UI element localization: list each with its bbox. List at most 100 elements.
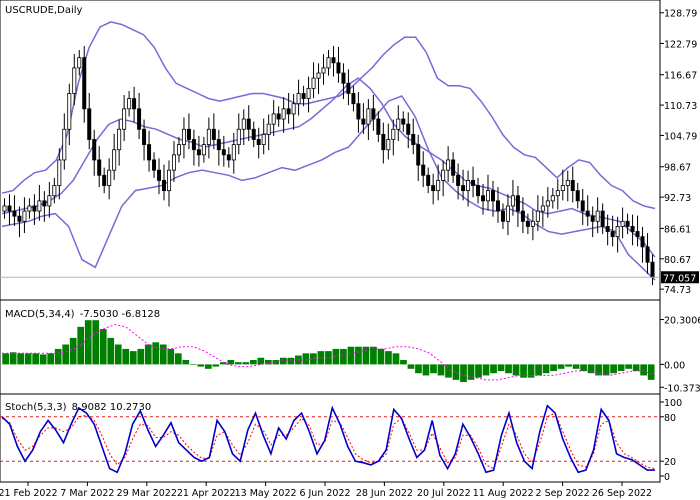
macd-bar: [490, 364, 497, 374]
candle-body: [491, 190, 495, 202]
candle-body: [12, 210, 17, 217]
candle-body: [132, 98, 137, 110]
candle-body: [535, 210, 540, 222]
candle-body: [520, 210, 525, 222]
candle-body: [580, 200, 585, 212]
candle-body: [32, 205, 37, 212]
macd-bar: [497, 364, 505, 372]
candle-body: [416, 144, 421, 166]
candle-body: [72, 67, 77, 94]
macd-bar: [77, 326, 85, 365]
macd-bar: [2, 353, 10, 365]
svg-text:Stoch(5,3,3) 8.9082 10.2: Stoch(5,3,3) 8.9082 10.2730: [5, 402, 151, 413]
candle-body: [461, 185, 466, 192]
candle-body: [171, 154, 176, 171]
price-tick-label: 74.73: [664, 285, 691, 296]
candle-body: [42, 200, 47, 207]
date-tick-label: 6 Jun 2022: [299, 488, 350, 499]
stoch-tick-label: 100: [664, 398, 682, 409]
candle-body: [600, 210, 605, 227]
candle-body: [191, 139, 196, 151]
candle-body: [117, 128, 122, 151]
candle-body: [186, 128, 191, 140]
macd-bar: [280, 357, 287, 365]
macd-bar: [47, 353, 55, 365]
macd-bar: [32, 353, 40, 365]
trading-chart[interactable]: 128.79 122.79 116.67 110.73 104.79 98.67 92.73…: [0, 0, 700, 500]
candle-body: [431, 185, 436, 192]
macd-bar: [362, 346, 370, 365]
candle-body: [346, 82, 351, 94]
candle-body: [206, 128, 211, 146]
candle-body: [555, 190, 560, 197]
macd-bar: [475, 364, 482, 378]
candle-body: [401, 118, 406, 125]
macd-title: MACD(5,34,4): [5, 309, 75, 320]
macd-bar: [302, 353, 310, 365]
candle-body: [281, 108, 286, 120]
macd-bar: [129, 351, 137, 365]
candle-body: [316, 72, 321, 79]
candle-body: [605, 226, 610, 232]
stoch-title: Stoch(5,3,3): [5, 402, 67, 413]
macd-bar: [122, 348, 130, 365]
candle-body: [456, 174, 461, 186]
date-tick-label: 2 Sep 2022: [536, 488, 590, 499]
candle-body: [426, 174, 431, 186]
candle-body: [341, 72, 346, 84]
candle-body: [17, 215, 22, 222]
macd-bar: [437, 364, 445, 376]
candle-body: [166, 169, 171, 192]
macd-bar: [640, 364, 647, 376]
macd-bar: [257, 357, 265, 365]
svg-text:MACD(5,34,4) -7.5030 -6.: MACD(5,34,4) -7.5030 -6.8128: [5, 309, 160, 320]
candle-body: [500, 210, 505, 222]
date-tick-label: 20 Jul 2022: [417, 488, 471, 499]
macd-bar: [287, 357, 295, 365]
candle-body: [471, 179, 476, 186]
candle-body: [610, 231, 615, 238]
stoch-tick-label: 20: [664, 457, 676, 468]
macd-bar: [377, 348, 385, 365]
macd-bar: [460, 364, 467, 383]
candle-body: [82, 57, 87, 110]
macd-bar: [114, 344, 122, 365]
macd-bar: [212, 364, 220, 367]
macd-bar: [137, 348, 145, 365]
candle-body: [545, 200, 550, 207]
stoch-axis: 100 80 20 0: [660, 398, 682, 483]
candle-body: [176, 144, 181, 156]
candle-body: [505, 205, 510, 222]
candle-body: [381, 133, 386, 151]
macd-bar: [535, 364, 542, 376]
macd-bar: [385, 351, 392, 365]
candle-body: [157, 169, 162, 181]
candle-body: [112, 149, 117, 171]
candle-body: [565, 179, 570, 186]
macd-bar: [174, 353, 182, 365]
candle-body: [87, 108, 92, 140]
macd-bar: [204, 364, 212, 369]
candle-body: [436, 179, 441, 192]
macd-bar: [565, 364, 572, 367]
macd-bar: [610, 364, 617, 374]
candle-body: [451, 159, 456, 176]
macd-bar: [24, 353, 32, 365]
candle-body: [7, 205, 12, 212]
macd-bar: [617, 364, 625, 372]
candle-body: [575, 190, 580, 202]
macd-bar: [647, 364, 655, 380]
candle-body: [386, 139, 391, 151]
candle-body: [37, 200, 42, 212]
candle-body: [446, 159, 451, 171]
macd-bar: [572, 364, 580, 369]
candle-body: [356, 103, 361, 120]
last-price-value: 77.057: [663, 273, 696, 284]
macd-bar: [242, 362, 250, 365]
chart-title: USCRUDE,Daily: [5, 5, 82, 16]
date-axis: 21 Feb 2022 7 Mar 2022 29 Mar 2022 21 Apr 2…: [0, 482, 652, 499]
candle-body: [2, 205, 7, 212]
candle-body: [122, 108, 127, 130]
stoch-tick-label: 80: [664, 413, 676, 424]
macd-bar: [407, 364, 415, 369]
